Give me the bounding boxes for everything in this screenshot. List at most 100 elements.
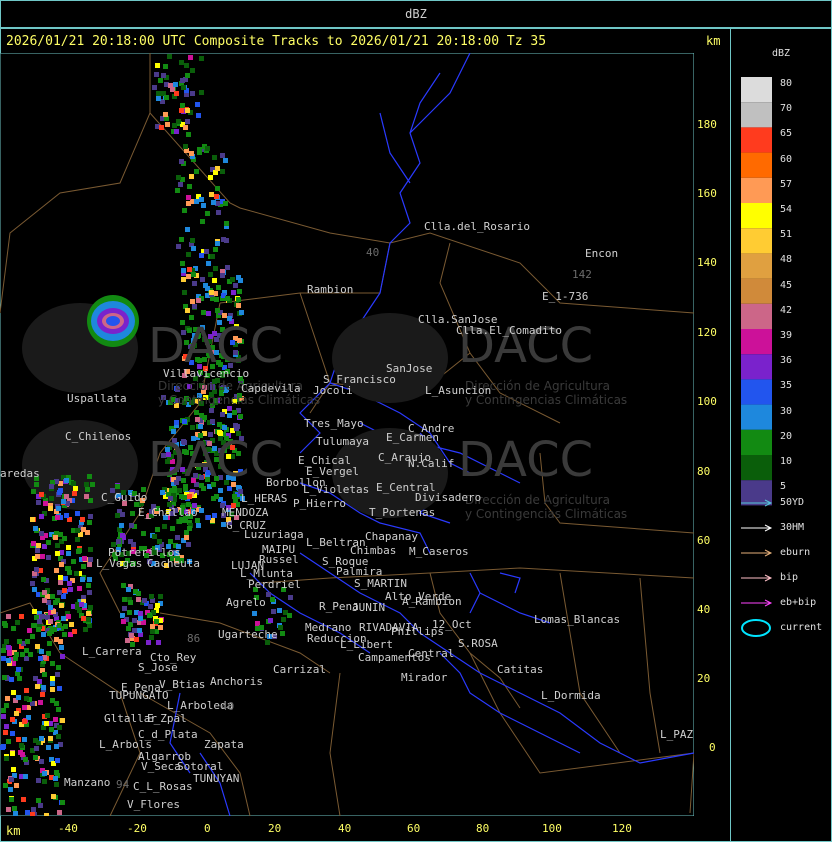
track-key-label: 30HM: [780, 522, 805, 533]
legend-swatch: [741, 455, 772, 481]
route-number: 94: [116, 778, 130, 791]
y-tick: 80: [697, 465, 711, 478]
track-key-label: eburn: [780, 547, 811, 558]
x-tick: 120: [612, 822, 632, 835]
y-tick: 180: [697, 118, 717, 131]
place-label: C_Guido: [101, 491, 148, 504]
y-tick: 0: [709, 741, 716, 754]
watermark-logo-3: DACC: [148, 432, 284, 488]
legend-value: 54: [780, 204, 793, 215]
track-key-label: bip: [780, 572, 799, 583]
legend-value: 39: [780, 330, 793, 341]
track-key-ellipse: [741, 619, 771, 637]
place-label: Villavicencio: [163, 367, 250, 380]
x-tick: 100: [542, 822, 562, 835]
place-label: Clla.del_Rosario: [424, 220, 530, 233]
place-label: TUNUYAN: [193, 772, 240, 785]
legend-value: 30: [780, 405, 793, 417]
place-label: Cacheuta: [147, 557, 200, 570]
track-key-arrow: [741, 524, 773, 532]
place-label: Rambion: [307, 283, 354, 296]
legend-value: 70: [780, 103, 793, 115]
legend-value: 60: [780, 153, 793, 165]
place-label: E_Zpal: [147, 712, 187, 725]
place-label: Carrizal: [273, 663, 326, 676]
place-label: L_Vegas: [96, 557, 143, 570]
legend-swatch: [741, 303, 772, 329]
legend-swatch: [741, 253, 772, 279]
y-tick: 120: [697, 326, 717, 339]
x-tick: 20: [268, 822, 282, 835]
x-tick: -20: [127, 822, 147, 835]
legend-swatch: [741, 203, 772, 229]
place-label: Tulumaya: [316, 435, 369, 448]
x-tick: 0: [204, 822, 211, 835]
y-tick: 140: [697, 256, 717, 269]
composite-status-line: 2026/01/21 20:18:00 UTC Composite Tracks…: [6, 34, 547, 49]
place-label: Catitas: [497, 663, 544, 676]
watermark-logo-4: DACC: [458, 432, 594, 488]
route-number: 40: [366, 246, 380, 259]
place-label: L_Dormida: [541, 689, 601, 702]
place-label: aredas: [0, 467, 40, 480]
unit-label-top: km: [706, 34, 721, 48]
place-label: C_L_Rosas: [133, 780, 193, 793]
place-label: S_MARTIN: [354, 577, 407, 590]
place-label: P_Hierro: [293, 497, 346, 510]
y-tick: 40: [697, 603, 711, 616]
legend-swatch: [741, 152, 772, 178]
legend-value: 20: [780, 430, 793, 442]
legend-value: 65: [780, 128, 793, 140]
place-label: L_HERAS: [241, 492, 288, 505]
place-label: Ugarteche: [218, 628, 278, 641]
route-number: 142: [572, 268, 592, 281]
place-label: Capdevila: [241, 382, 301, 395]
window-title: dBZ: [405, 7, 427, 21]
legend-swatch: [741, 228, 772, 254]
place-label: Lomas_Blancas: [534, 613, 621, 626]
legend-value: 42: [780, 304, 793, 316]
track-key-arrow: [741, 574, 773, 582]
place-label: Tres_Mayo: [304, 417, 364, 430]
x-tick: 80: [476, 822, 490, 835]
place-label: E_Challao: [138, 506, 198, 519]
place-label: Chapanay: [365, 530, 418, 543]
place-label: Uspallata: [67, 392, 127, 405]
legend-value: 36: [780, 355, 793, 367]
watermark-logo-1: DACC: [148, 318, 284, 374]
place-label: S_Jose: [138, 661, 178, 674]
place-label: V_Seca: [141, 760, 181, 773]
legend-swatch: [741, 177, 772, 203]
place-label: L_Carrera: [82, 645, 142, 658]
place-label: L_Asuncion: [425, 384, 492, 397]
place-label: E_Carmen: [386, 431, 439, 444]
legend-swatch: [741, 127, 772, 153]
place-label: MENDOZA: [222, 506, 269, 519]
watermark-text-4: Dirección de Agricultura y Contingencias …: [465, 493, 628, 521]
place-label: Manzano: [64, 776, 111, 789]
legend-value: 10: [780, 456, 793, 467]
legend-value: 57: [780, 178, 793, 190]
place-label: L_Libert: [340, 638, 393, 651]
track-key-label: 50YD: [780, 497, 805, 508]
place-label: L_Violetas: [303, 483, 370, 496]
place-label: C_Chilenos: [65, 430, 132, 443]
legend-swatch: [741, 354, 772, 380]
y-tick: 100: [697, 395, 717, 408]
place-label: L_PAZ: [660, 728, 694, 741]
legend-swatch: [741, 278, 772, 304]
x-tick: 60: [407, 822, 421, 835]
legend-value: 80: [780, 78, 793, 89]
legend-swatch: [741, 77, 772, 103]
place-label: Mirador: [401, 671, 448, 684]
unit-label-bottom: km: [6, 824, 21, 838]
place-label: JUNIN: [352, 601, 386, 614]
y-tick: 60: [697, 534, 711, 547]
place-label: A_Rambion: [402, 595, 462, 608]
place-label: Luzuriaga: [244, 528, 304, 541]
legend-value: 35: [780, 380, 793, 392]
place-label: S.ROSA: [458, 637, 498, 650]
place-label: E_1-736: [542, 290, 589, 303]
place-label: Agrelo: [226, 596, 266, 609]
place-label: TUPUNGATO: [109, 689, 169, 702]
